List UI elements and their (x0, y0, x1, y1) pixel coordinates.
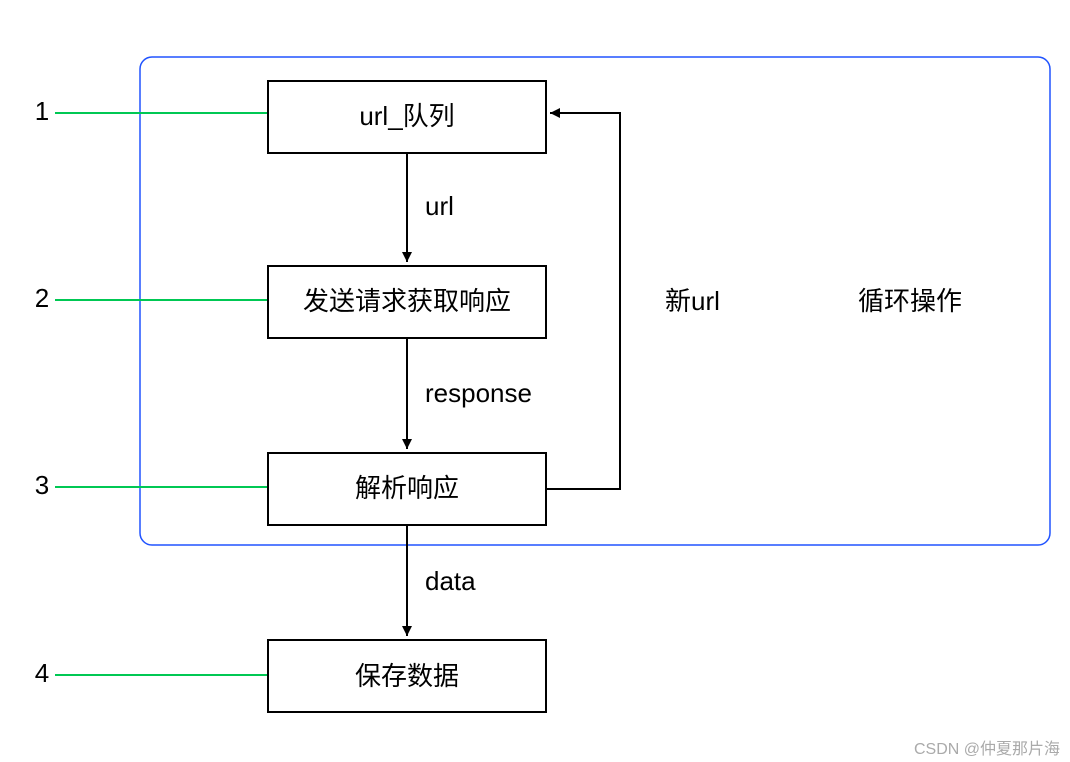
loop-label: 循环操作 (858, 286, 962, 316)
step-number-1: 1 (35, 96, 49, 126)
flow-diagram: url_队列 发送请求获取响应 解析响应 保存数据 url response d… (0, 0, 1070, 762)
box-save-data-label: 保存数据 (355, 661, 459, 691)
edge-response-label: response (425, 378, 532, 408)
box-send-request-label: 发送请求获取响应 (303, 286, 511, 316)
edge-data-label: data (425, 566, 476, 596)
arrow-new-url (546, 113, 620, 489)
step-number-4: 4 (35, 658, 49, 688)
box-parse-response-label: 解析响应 (355, 473, 459, 503)
watermark: CSDN @仲夏那片海 (914, 740, 1060, 758)
box-url-queue-label: url_队列 (359, 101, 454, 131)
edge-new-url-label: 新url (665, 286, 720, 316)
step-number-2: 2 (35, 283, 49, 313)
edge-url-label: url (425, 191, 454, 221)
step-number-3: 3 (35, 470, 49, 500)
